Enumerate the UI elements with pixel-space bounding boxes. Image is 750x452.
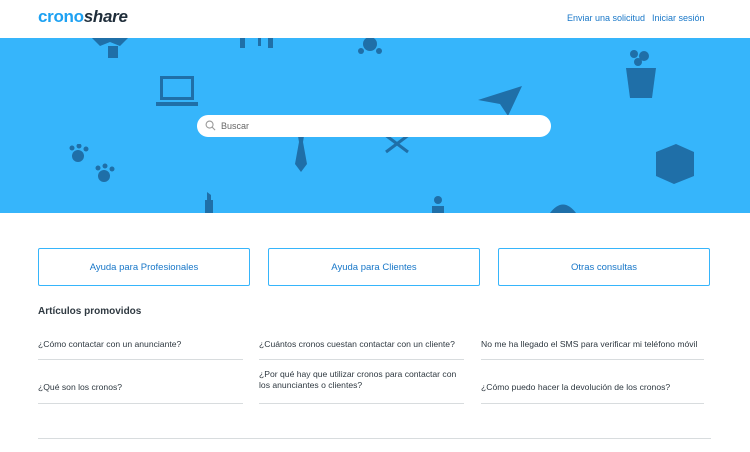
hero-banner — [0, 38, 750, 213]
promoted-article-link[interactable]: ¿Por qué hay que utilizar cronos para co… — [259, 369, 464, 404]
moving-box-icon — [656, 144, 694, 184]
promoted-article-link[interactable]: ¿Cómo puedo hacer la devolución de los c… — [481, 382, 704, 404]
graduation-cap-icon — [92, 38, 128, 58]
search-input[interactable] — [221, 118, 541, 134]
promoted-article-link[interactable]: No me ha llegado el SMS para verificar m… — [481, 339, 704, 360]
tie-icon — [295, 136, 307, 172]
promoted-articles-heading: Artículos promovidos — [38, 306, 142, 317]
helmet-icon — [550, 204, 576, 213]
cleaning-bucket-icon — [626, 50, 656, 98]
promoted-article-link[interactable]: ¿Qué son los cronos? — [38, 382, 243, 404]
laptop-icon — [156, 76, 198, 106]
category-professionals-help[interactable]: Ayuda para Profesionales — [38, 248, 250, 286]
cronoshare-logo[interactable]: cronoshare — [38, 7, 128, 27]
section-divider — [38, 438, 711, 439]
logo-text-crono: crono — [38, 7, 84, 26]
category-other-questions[interactable]: Otras consultas — [498, 248, 710, 286]
sign-in-link[interactable]: Iniciar sesión — [652, 13, 705, 23]
search-icon — [205, 120, 216, 131]
bear-icon — [358, 38, 382, 54]
paw-prints-icon — [69, 144, 115, 182]
category-clients-help[interactable]: Ayuda para Clientes — [268, 248, 480, 286]
logo-text-share: share — [83, 7, 128, 26]
tools-icon — [240, 38, 273, 48]
header: cronoshare Enviar una solicitud Iniciar … — [0, 0, 750, 38]
lipstick-icon — [205, 192, 213, 213]
search-box[interactable] — [197, 115, 551, 137]
promoted-article-link[interactable]: ¿Cómo contactar con un anunciante? — [38, 339, 243, 360]
submit-request-link[interactable]: Enviar una solicitud — [567, 13, 645, 23]
paper-plane-icon — [478, 86, 522, 116]
promoted-article-link[interactable]: ¿Cuántos cronos cuestan contactar con un… — [259, 339, 464, 360]
person-icon — [432, 196, 444, 213]
